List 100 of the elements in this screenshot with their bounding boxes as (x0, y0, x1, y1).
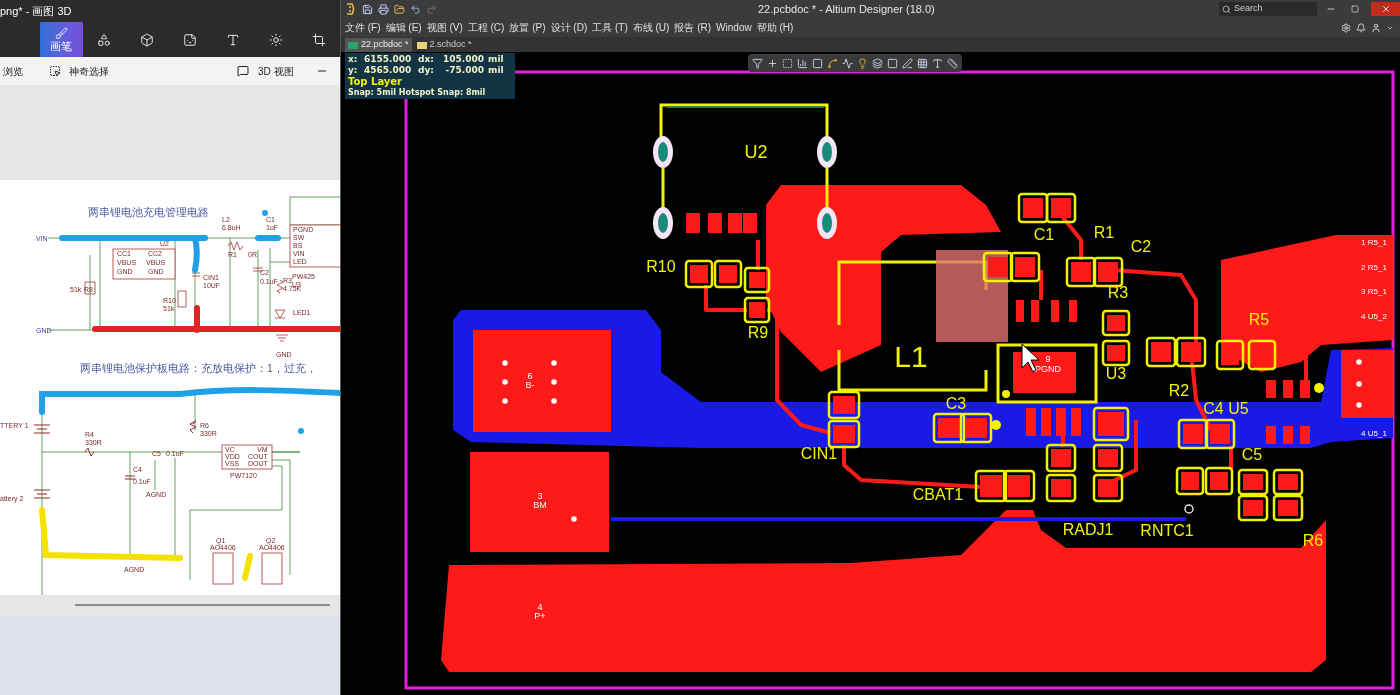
text-icon (225, 32, 240, 47)
pad-label: 4 U5_1 (1361, 429, 1387, 438)
app-logo-icon (345, 2, 357, 16)
delta-value: -75.000 (444, 65, 484, 76)
component-designator: C4 U5 (1203, 400, 1249, 417)
menu-item[interactable]: 工具 (T) (592, 21, 628, 34)
route-icon[interactable] (827, 57, 838, 69)
delta-label: dx: (418, 54, 435, 65)
search-field[interactable]: Search (1219, 2, 1317, 16)
menu-item[interactable]: 帮助 (H) (756, 21, 794, 34)
component-designator: U2 (744, 142, 768, 162)
pad-label: 1 R5_1 (1361, 238, 1387, 247)
save-icon[interactable] (362, 3, 373, 15)
pad-label: 2 R5_1 (1361, 263, 1387, 272)
component-designator: R1 (1093, 224, 1115, 241)
ruler-icon[interactable] (947, 57, 958, 69)
close-icon (1380, 4, 1391, 14)
window-title: 22.pcbdoc * - Altium Designer (18.0) (758, 1, 935, 17)
bar-chart-icon[interactable] (797, 57, 808, 69)
pad-label: 6 (527, 371, 533, 381)
layer-name: Top Layer (348, 76, 403, 88)
cube-icon (140, 32, 155, 47)
bulb-icon[interactable] (857, 57, 868, 69)
filter-icon[interactable] (752, 57, 763, 69)
action-button[interactable]: 神奇选择 (69, 63, 109, 79)
axis-label: x: (348, 54, 359, 65)
brush-icon (54, 26, 68, 40)
menu-item[interactable]: 设计 (D) (550, 21, 588, 34)
menu-item[interactable]: Window (716, 21, 752, 34)
coordinate-value: 6155.000 (364, 54, 413, 65)
pad-label: 4 (537, 602, 543, 612)
undo-icon[interactable] (410, 3, 421, 15)
wave-icon[interactable] (842, 57, 853, 69)
pad-label: P+ (534, 611, 546, 621)
window-title: png* - 画图 3D (0, 3, 72, 19)
bell-icon[interactable] (1356, 22, 1366, 33)
sun-icon (268, 32, 283, 47)
component-designator: R2 (1168, 382, 1190, 399)
sticker-icon (183, 32, 197, 47)
axis-label: y: (348, 65, 359, 76)
text-icon[interactable] (932, 57, 943, 69)
component-designator: L1 (894, 340, 928, 373)
schematic-file-icon (416, 41, 427, 49)
search-input[interactable]: Search (1234, 2, 1314, 16)
menu-item[interactable]: 工程 (C) (467, 21, 505, 34)
maximize-icon[interactable] (1351, 5, 1359, 13)
unit-label: mil (488, 65, 504, 76)
pad-label: 3 (537, 491, 543, 501)
settings-icon[interactable] (1341, 22, 1351, 33)
action-button[interactable]: 3D 视图 (258, 63, 294, 79)
folder-icon[interactable] (394, 3, 405, 15)
grid-icon[interactable] (917, 57, 928, 69)
tool-tab[interactable]: 画笔 (40, 22, 83, 57)
menu-item[interactable]: 放置 (P) (509, 21, 546, 34)
document-tab[interactable]: 2.schdoc * (413, 38, 475, 52)
pad-label: B- (525, 380, 535, 390)
component-designator: C2 (1130, 238, 1152, 255)
shapes-icon (97, 32, 112, 47)
pad-label: PGND (1035, 364, 1061, 374)
schematic-title: 两串锂电池保护板电路：充放电保护：1，过充， (80, 362, 317, 374)
square-icon[interactable] (812, 57, 823, 69)
pad-label: 3 R5_1 (1361, 287, 1387, 296)
delta-label: dy: (418, 65, 435, 76)
pen-icon[interactable] (902, 57, 913, 69)
schematic-title: 两串锂电池充电管理电路 (88, 206, 209, 218)
menu-item[interactable]: 视图 (V) (426, 21, 463, 34)
pad-label: BM (533, 500, 547, 510)
document-tab[interactable]: 22.pcbdoc * (345, 38, 412, 52)
layers-icon[interactable] (872, 57, 883, 69)
menu-item[interactable]: 布线 (U) (632, 21, 670, 34)
component-designator: RNTC1 (1140, 522, 1194, 539)
scroll-thumb[interactable] (75, 604, 330, 606)
component-designator: U3 (1105, 365, 1127, 382)
user-icon[interactable] (1371, 22, 1381, 33)
snap-info: Snap: 5mil Hotspot Snap: 8mil (348, 88, 487, 98)
component-designator: CIN1 (800, 445, 838, 462)
component-designator: RADJ1 (1062, 521, 1114, 538)
menu-item[interactable]: 文件 (F) (345, 21, 381, 34)
component-designator: C1 (1033, 226, 1055, 243)
menu-item[interactable]: 编辑 (E) (385, 21, 422, 34)
component-designator: R5 (1248, 311, 1270, 328)
close-button[interactable] (1371, 2, 1400, 16)
component-designator: C5 (1241, 446, 1263, 463)
action-button[interactable]: 浏览 (3, 63, 23, 79)
unit-label: mil (488, 54, 504, 65)
component-designator: R10 (646, 258, 676, 275)
search-icon (1222, 4, 1231, 14)
square-icon[interactable] (887, 57, 898, 69)
component-designator: R6 (1302, 532, 1324, 549)
delta-value: 105.000 (442, 54, 484, 65)
component-designator: R9 (747, 324, 769, 341)
printer-icon[interactable] (378, 3, 389, 15)
magic-select-icon (49, 65, 61, 77)
coordinate-value: 4565.000 (364, 65, 413, 76)
selection-icon[interactable] (782, 57, 793, 69)
plus-icon[interactable] (767, 57, 778, 69)
menu-item[interactable]: 报告 (R) (674, 21, 712, 34)
pad-label: 9 (1045, 354, 1051, 364)
crop-icon (311, 32, 326, 47)
component-designator: CBAT1 (912, 486, 964, 503)
